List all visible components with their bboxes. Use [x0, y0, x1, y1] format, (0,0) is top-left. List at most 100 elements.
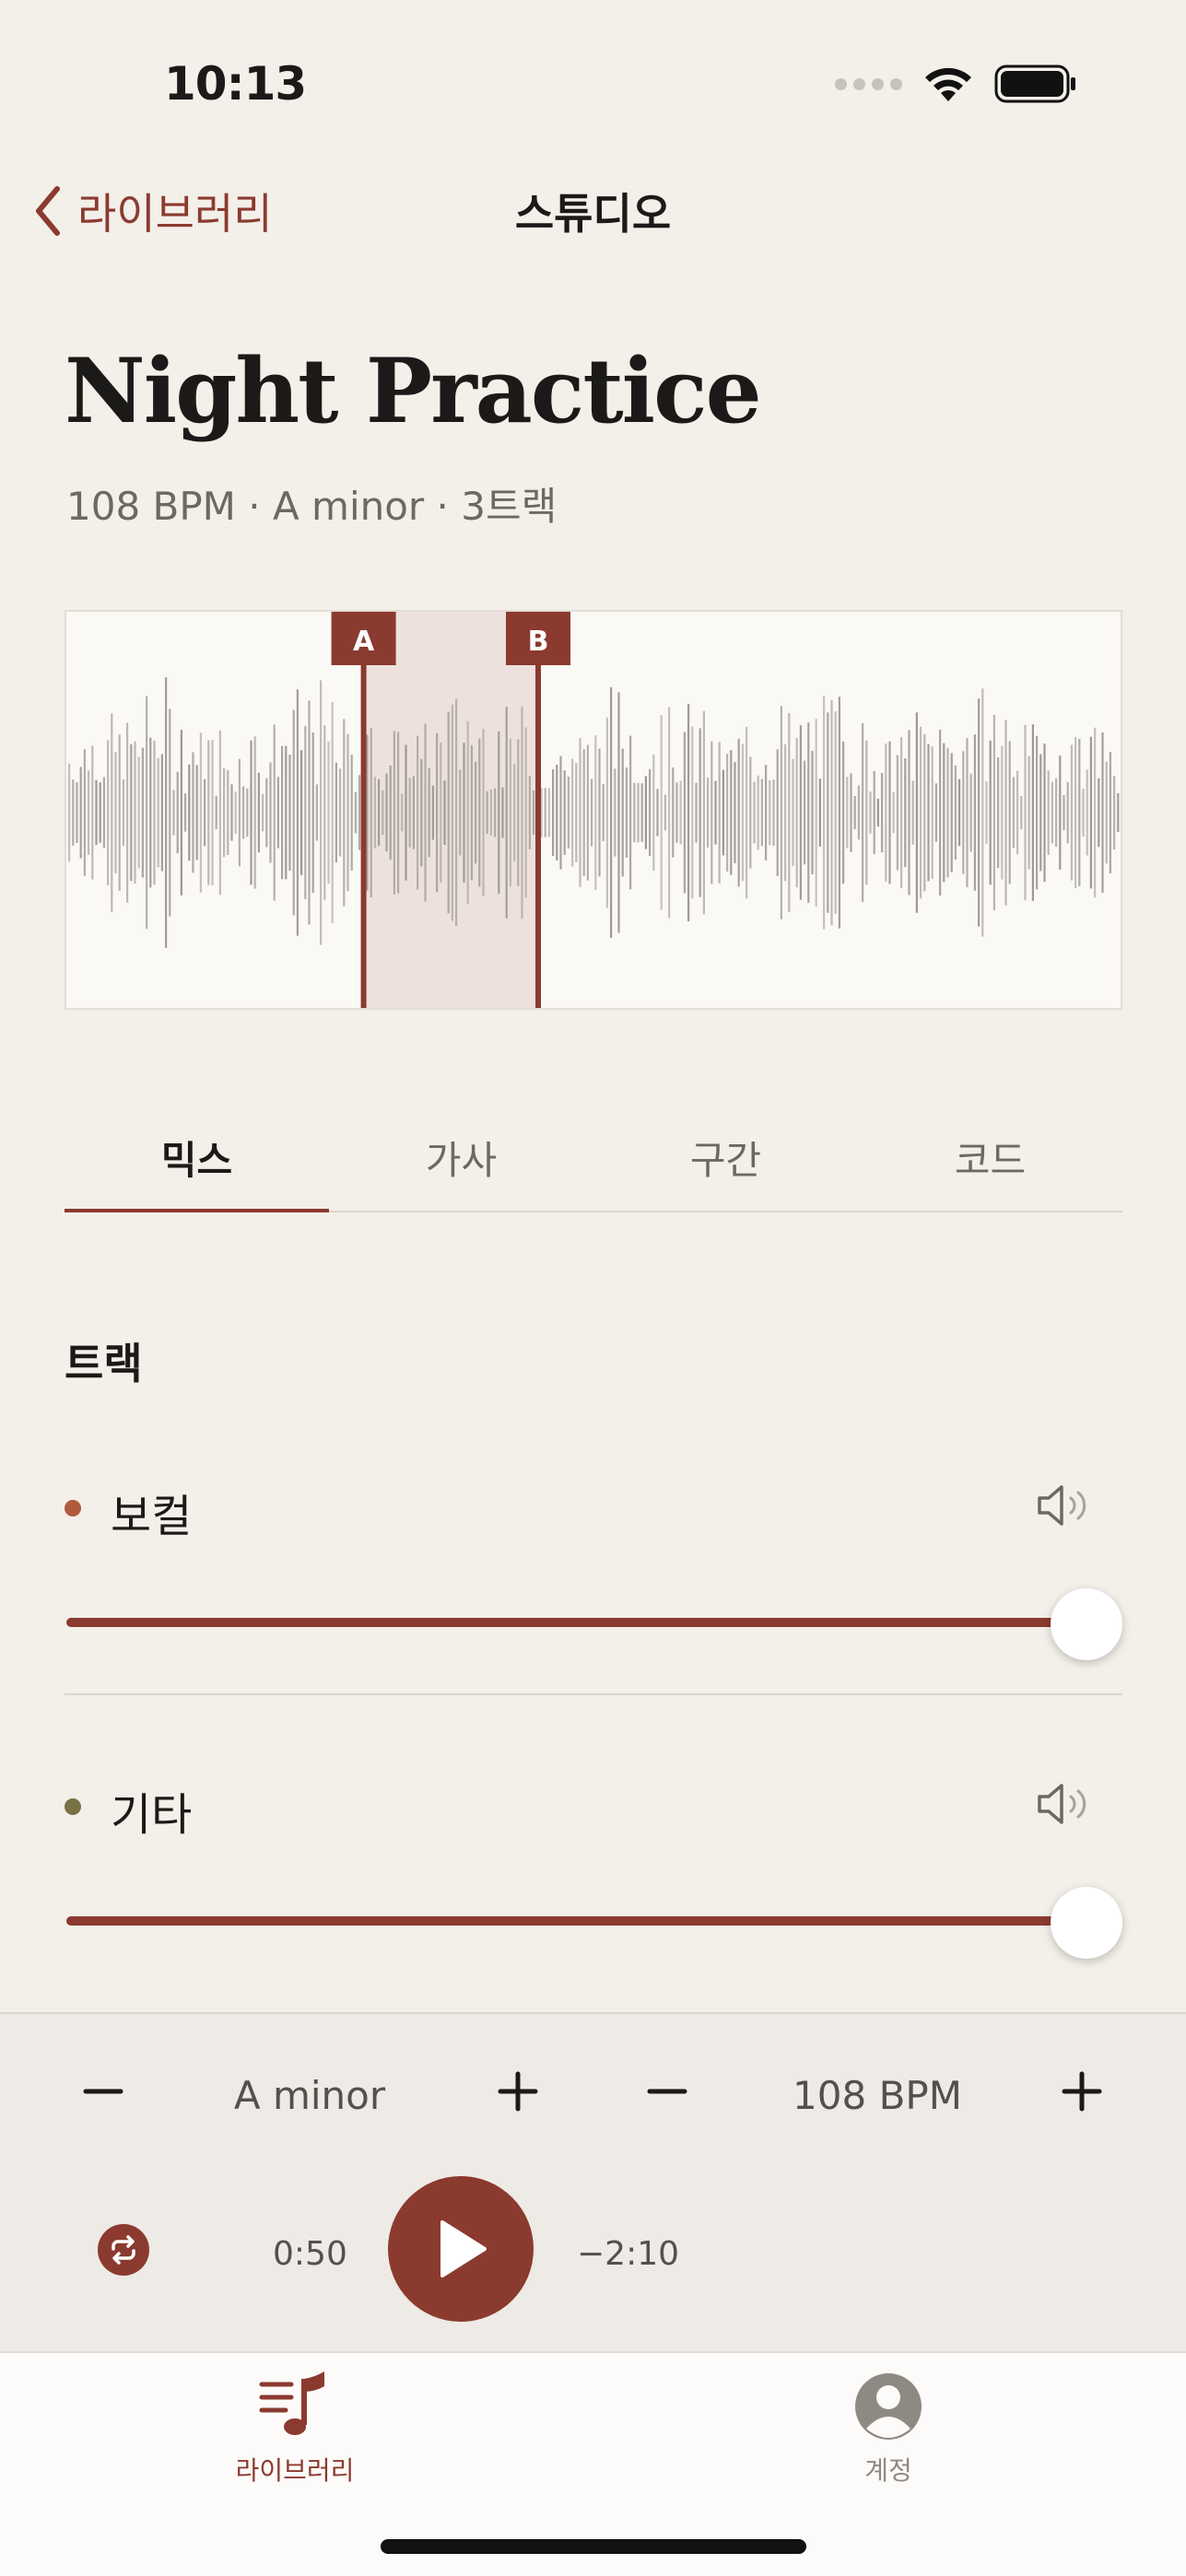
loop-start-label: A: [353, 626, 375, 658]
waveform-bar: [165, 677, 168, 948]
waveform-bar: [320, 680, 323, 945]
waveform-bar: [397, 732, 400, 894]
waveform-bar: [950, 753, 953, 872]
waveform-bar: [737, 738, 740, 887]
waveform-bar: [72, 779, 75, 846]
waveform-bar: [184, 793, 187, 832]
waveform-bar: [180, 730, 182, 896]
waveform-bar: [675, 782, 678, 843]
waveform-bar: [691, 726, 694, 899]
waveform-bar: [939, 730, 942, 896]
waveform-bar: [470, 744, 473, 881]
person-icon: [855, 2373, 922, 2440]
waveform-bar: [753, 781, 756, 844]
waveform-bar: [107, 740, 110, 885]
waveform-bar: [126, 722, 129, 903]
play-icon: [440, 2220, 487, 2277]
waveform-bar: [765, 765, 768, 861]
tempo-up-button[interactable]: [1045, 2055, 1119, 2128]
waveform-bar: [447, 711, 450, 914]
play-button[interactable]: [388, 2176, 534, 2322]
waveform-bar: [559, 755, 562, 870]
waveform-bar: [668, 707, 671, 919]
volume-slider-track[interactable]: [66, 1916, 1086, 1926]
waveform-bars: [68, 677, 1120, 948]
waveform-bar: [1027, 755, 1030, 870]
waveform-bar: [528, 776, 531, 849]
waveform-bar: [111, 713, 113, 912]
waveform-bar: [672, 767, 675, 858]
speaker-icon[interactable]: [1036, 1483, 1093, 1528]
tabbar-item-library[interactable]: 라이브러리: [184, 2371, 405, 2488]
waveform-bar: [981, 688, 984, 937]
waveform-bar: [378, 779, 381, 847]
waveform-bar: [304, 726, 307, 899]
tempo-down-button[interactable]: [630, 2055, 704, 2128]
waveform-bar: [281, 745, 284, 880]
waveform-bar: [784, 744, 787, 882]
track-color-dot: [65, 1500, 81, 1516]
song-meta: 108 BPM · A minor · 3트랙: [66, 484, 558, 529]
waveform-bar: [1001, 745, 1004, 880]
waveform-bar: [475, 761, 477, 864]
waveform-bar: [911, 780, 914, 845]
waveform-bar: [954, 765, 957, 861]
waveform-bar: [83, 749, 86, 876]
tab-mix[interactable]: 믹스: [65, 1117, 329, 1212]
waveform-bar: [792, 758, 794, 867]
waveform[interactable]: A B: [66, 612, 1122, 1010]
waveform-bar: [300, 750, 303, 875]
waveform-bar: [76, 782, 78, 843]
waveform-editor[interactable]: A B: [65, 610, 1122, 1010]
waveform-bar: [455, 698, 458, 927]
waveform-bar: [354, 791, 357, 834]
waveform-bar: [904, 758, 907, 867]
waveform-bar: [556, 765, 558, 861]
wifi-icon: [925, 67, 971, 101]
tabbar-item-account[interactable]: 계정: [778, 2371, 999, 2488]
waveform-bar: [122, 779, 124, 847]
waveform-bar: [640, 783, 643, 842]
tab-lyrics[interactable]: 가사: [329, 1117, 593, 1211]
key-up-button[interactable]: [481, 2055, 555, 2128]
volume-slider-thumb[interactable]: [1051, 1588, 1122, 1660]
tab-chords[interactable]: 코드: [858, 1117, 1122, 1211]
waveform-bar: [218, 730, 221, 896]
elapsed-time: 0:50: [273, 2235, 347, 2273]
volume-slider-track[interactable]: [66, 1618, 1086, 1627]
waveform-bar: [807, 722, 810, 903]
waveform-bar: [478, 738, 481, 887]
waveform-bar: [853, 796, 856, 829]
volume-slider-thumb[interactable]: [1051, 1887, 1122, 1959]
waveform-bar: [920, 726, 922, 899]
loop-toggle-button[interactable]: [98, 2224, 149, 2276]
waveform-bar: [68, 763, 71, 862]
waveform-bar: [296, 689, 299, 936]
waveform-bar: [776, 749, 779, 876]
divider: [65, 1693, 1122, 1695]
waveform-bar: [521, 706, 523, 919]
waveform-bar: [726, 754, 729, 872]
waveform-bar: [393, 731, 395, 895]
waveform-bar: [1086, 769, 1088, 856]
waveform-bar: [1070, 744, 1073, 881]
key-down-button[interactable]: [66, 2055, 140, 2128]
plus-icon: [1062, 2071, 1102, 2112]
waveform-bar: [331, 702, 334, 923]
waveform-bar: [118, 734, 121, 891]
waveform-bar: [486, 790, 488, 835]
waveform-bar: [1098, 778, 1100, 848]
waveform-bar: [582, 749, 585, 876]
tab-sections[interactable]: 구간: [593, 1117, 858, 1211]
waveform-bar: [563, 770, 566, 855]
minus-icon: [83, 2089, 123, 2094]
waveform-bar: [1066, 781, 1069, 844]
waveform-bar: [88, 770, 90, 855]
speaker-icon[interactable]: [1036, 1782, 1093, 1826]
waveform-bar: [888, 741, 891, 884]
waveform-bar: [644, 776, 647, 849]
waveform-bar: [1043, 744, 1046, 883]
studio-tabs: 믹스 가사 구간 코드: [65, 1117, 1122, 1212]
waveform-bar: [881, 773, 884, 853]
waveform-bar: [830, 699, 833, 926]
